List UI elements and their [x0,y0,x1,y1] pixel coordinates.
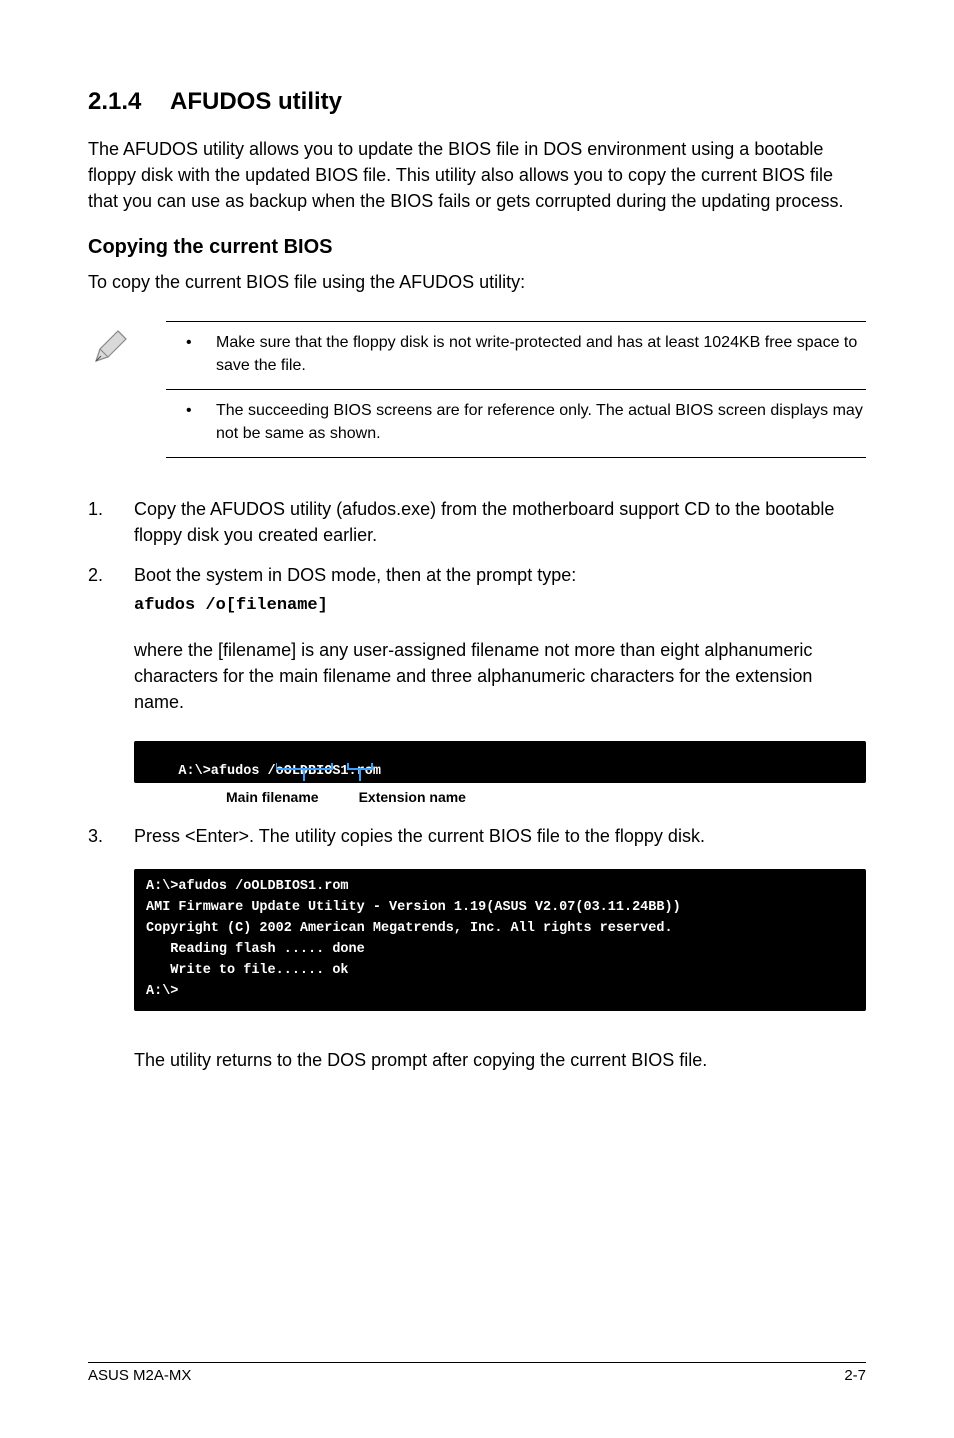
terminal-example-2: A:\>afudos /oOLDBIOS1.rom AMI Firmware U… [134,869,866,1011]
terminal-output: A:\>afudos /oOLDBIOS1.rom [134,741,866,783]
step-explain: where the [filename] is any user-assigne… [134,637,866,715]
terminal-line: A:\> [146,984,178,999]
terminal-line: Reading flash ..... done [146,942,365,957]
list-item: 2. Boot the system in DOS mode, then at … [88,562,866,619]
subsection-lead: To copy the current BIOS file using the … [88,269,866,295]
terminal-labels: Main filename Extension name [134,789,866,805]
note-text: Make sure that the floppy disk is not wr… [216,332,866,377]
list-item: 1. Copy the AFUDOS utility (afudos.exe) … [88,496,866,548]
subsection-heading: Copying the current BIOS [88,236,866,259]
step-text: Copy the AFUDOS utility (afudos.exe) fro… [134,496,866,548]
terminal-line: AMI Firmware Update Utility - Version 1.… [146,900,681,915]
section-intro: The AFUDOS utility allows you to update … [88,136,866,214]
note-content: • Make sure that the floppy disk is not … [166,321,866,458]
step-number: 1. [88,496,134,548]
steps-list: 1. Copy the AFUDOS utility (afudos.exe) … [88,496,866,619]
note-item: • Make sure that the floppy disk is not … [166,332,866,377]
terminal-line: Write to file...... ok [146,963,349,978]
label-extension-name: Extension name [359,789,466,805]
terminal-line: Copyright (C) 2002 American Megatrends, … [146,921,673,936]
bullet-icon: • [186,400,216,445]
code-command: afudos /o[filename] [134,594,866,619]
list-item: 3. Press <Enter>. The utility copies the… [88,823,866,849]
section-number: 2.1.4 [88,88,170,116]
footer-page-number: 2-7 [844,1367,866,1384]
step-text: Boot the system in DOS mode, then at the… [134,562,866,619]
terminal-line: A:\>afudos /oOLDBIOS1.rom [146,879,349,894]
section-title: AFUDOS utility [170,88,342,115]
label-main-filename: Main filename [226,789,319,805]
page-footer: ASUS M2A-MX 2-7 [88,1362,866,1384]
terminal-example-1: A:\>afudos /oOLDBIOS1.rom Main filename … [134,741,866,805]
closing-note: The utility returns to the DOS prompt af… [134,1047,866,1073]
bracket-annotation-icon [276,763,436,785]
step-number: 3. [88,823,134,849]
section-heading: 2.1.4AFUDOS utility [88,88,866,116]
pencil-icon [90,327,130,372]
step-text: Press <Enter>. The utility copies the cu… [134,823,866,849]
step-number: 2. [88,562,134,619]
note-block: • Make sure that the floppy disk is not … [90,321,866,458]
step-text-line: Boot the system in DOS mode, then at the… [134,565,576,585]
note-item: • The succeeding BIOS screens are for re… [166,400,866,445]
note-divider [166,389,866,390]
footer-left: ASUS M2A-MX [88,1367,191,1384]
bullet-icon: • [186,332,216,377]
steps-list-cont: 3. Press <Enter>. The utility copies the… [88,823,866,849]
note-text: The succeeding BIOS screens are for refe… [216,400,866,445]
